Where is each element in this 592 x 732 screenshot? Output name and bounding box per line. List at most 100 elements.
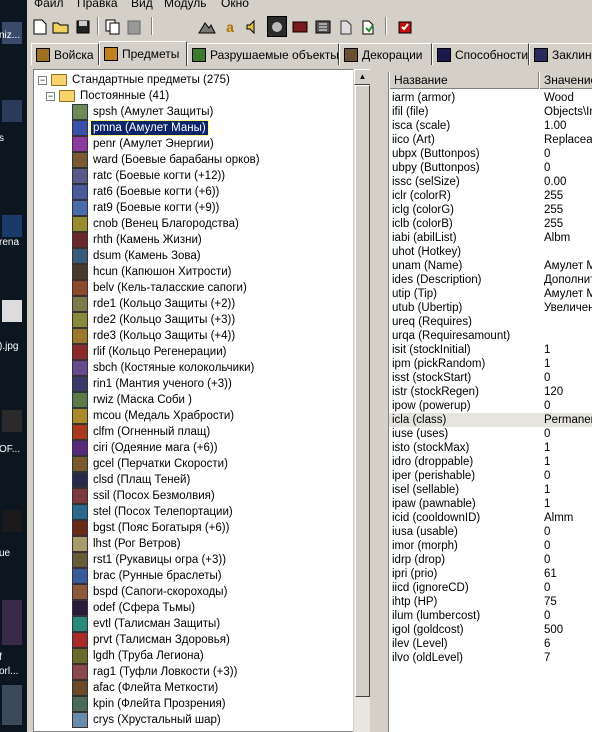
column-header-name[interactable]: Название [389,72,539,89]
terrain-icon[interactable] [197,16,217,37]
property-value[interactable]: 255 [544,189,563,203]
tree-item[interactable]: clsd (Плащ Теней) [72,472,192,488]
tree-group[interactable]: − Постоянные (41) [46,88,171,104]
property-row[interactable]: unam (Name) Амулет Маны [389,259,592,273]
tree-item[interactable]: belv (Кель-таласские сапоги) [72,280,249,296]
tree-item[interactable]: odef (Сфера Тьмы) [72,600,197,616]
desktop-icon[interactable] [2,600,22,645]
property-value[interactable]: 1.00 [544,119,566,133]
property-value[interactable]: 6 [544,637,550,651]
object-tree[interactable]: − Стандартные предметы (275) − Постоянны… [33,69,353,732]
property-row[interactable]: issc (selSize) 0.00 [389,175,592,189]
property-row[interactable]: ilum (lumbercost) 0 [389,609,592,623]
tab-items[interactable]: Предметы [99,41,187,66]
desktop-icon[interactable] [2,100,22,122]
property-value[interactable]: 1 [544,357,550,371]
tree-item[interactable]: rde1 (Кольцо Защиты (+2)) [72,296,237,312]
property-value[interactable]: 7 [544,651,550,665]
property-row[interactable]: iclr (colorR) 255 [389,189,592,203]
desktop-icon[interactable] [2,215,22,237]
tab-units[interactable]: Войска [31,43,99,65]
property-row[interactable]: ihtp (HP) 75 [389,595,592,609]
tree-item[interactable]: crys (Хрустальный шар) [72,712,223,728]
grid-icon[interactable] [313,16,333,37]
desktop-icon[interactable] [2,410,22,432]
tree-item[interactable]: lgdh (Труба Легиона) [72,648,206,664]
property-row[interactable]: iuse (uses) 0 [389,427,592,441]
property-row[interactable]: ipm (pickRandom) 1 [389,357,592,371]
tree-item[interactable]: dsum (Камень Зова) [72,248,203,264]
tree-item[interactable]: ward (Боевые барабаны орков) [72,152,262,168]
tree-item[interactable]: afac (Флейта Меткости) [72,680,220,696]
property-value[interactable]: Дополнительна [544,273,592,287]
desktop-icon[interactable] [2,685,22,725]
tree-item[interactable]: rat6 (Боевые когти (+6)) [72,184,221,200]
property-row[interactable]: istr (stockRegen) 120 [389,385,592,399]
property-value[interactable]: 0 [544,427,550,441]
tree-item[interactable]: evtl (Талисман Защиты) [72,616,222,632]
property-row[interactable]: ubpy (Buttonpos) 0 [389,161,592,175]
property-value[interactable]: 120 [544,385,563,399]
property-value[interactable]: 1 [544,441,550,455]
collapse-icon[interactable]: − [38,75,47,85]
tree-item[interactable]: cnob (Венец Благородства) [72,216,241,232]
property-row[interactable]: ides (Description) Дополнительна [389,273,592,287]
tree-item[interactable]: rag1 (Туфли Ловкости (+3)) [72,664,239,680]
property-row[interactable]: ifil (file) Objects\Inventory [389,105,592,119]
property-value[interactable]: 1 [544,497,550,511]
desktop-icon[interactable] [2,510,22,532]
tree-item[interactable]: bgst (Пояс Богатыря (+6)) [72,520,231,536]
property-row[interactable]: imor (morph) 0 [389,539,592,553]
menu-module[interactable]: Модуль [164,0,207,10]
tree-item[interactable]: rhth (Камень Жизни) [72,232,204,248]
paste-icon[interactable] [125,16,145,37]
property-row[interactable]: ipow (powerup) 0 [389,399,592,413]
scroll-thumb[interactable] [355,85,370,697]
property-value[interactable]: 255 [544,203,563,217]
property-row[interactable]: icla (class) Permanent [389,413,592,427]
property-value[interactable]: Almm [544,511,573,525]
tree-item[interactable]: stel (Посох Телепортации) [72,504,235,520]
property-row[interactable]: iicd (ignoreCD) 0 [389,581,592,595]
export-icon[interactable] [358,16,378,37]
tree-scrollbar[interactable]: ▲ [353,69,371,732]
tree-item[interactable]: rde3 (Кольцо Защиты (+4)) [72,328,237,344]
tree-item[interactable]: penr (Амулет Энергии) [72,136,216,152]
property-row[interactable]: iclg (colorG) 255 [389,203,592,217]
property-value[interactable]: Albm [544,231,570,245]
property-row[interactable]: ipri (prio) 61 [389,567,592,581]
tree-item[interactable]: gcel (Перчатки Скорости) [72,456,230,472]
tree-item[interactable]: clfm (Огненный плащ) [72,424,212,440]
tree-item[interactable]: spsh (Амулет Защиты) [72,104,215,120]
property-row[interactable]: utub (Ubertip) Увеличение за [389,301,592,315]
property-value[interactable]: 75 [544,595,557,609]
tree-item[interactable]: mcou (Медаль Храбрости) [72,408,236,424]
property-row[interactable]: ilvo (oldLevel) 7 [389,651,592,665]
tree-item[interactable]: ciri (Одеяние мага (+6)) [72,440,220,456]
menu-view[interactable]: Вид [131,0,153,10]
property-value[interactable]: 0 [544,581,550,595]
property-value[interactable]: Objects\Inventory [544,105,592,119]
menu-edit[interactable]: Правка [77,0,118,10]
property-value[interactable]: Амулет Маны [544,259,592,273]
property-row[interactable]: isto (stockMax) 1 [389,441,592,455]
property-row[interactable]: ureq (Requires) [389,315,592,329]
property-row[interactable]: isst (stockStart) 0 [389,371,592,385]
unit-icon[interactable] [267,16,287,37]
gold-icon[interactable]: a [220,16,240,37]
collapse-icon[interactable]: − [46,91,55,101]
desktop-icon[interactable] [2,300,22,322]
property-value[interactable]: 500 [544,623,563,637]
property-value[interactable]: 1 [544,483,550,497]
property-value[interactable]: 0 [544,147,550,161]
property-value[interactable]: 0 [544,539,550,553]
property-row[interactable]: iarm (armor) Wood [389,91,592,105]
tree-item[interactable]: rlif (Кольцо Регенерации) [72,344,228,360]
tree-item[interactable]: ratc (Боевые когти (+12)) [72,168,227,184]
tree-item[interactable]: brac (Рунные браслеты) [72,568,224,584]
property-row[interactable]: ipaw (pawnable) 1 [389,497,592,511]
property-row[interactable]: iusa (usable) 0 [389,525,592,539]
property-row[interactable]: isit (stockInitial) 1 [389,343,592,357]
tree-item[interactable]: prvt (Талисман Здоровья) [72,632,232,648]
new-file-icon[interactable] [30,16,50,37]
